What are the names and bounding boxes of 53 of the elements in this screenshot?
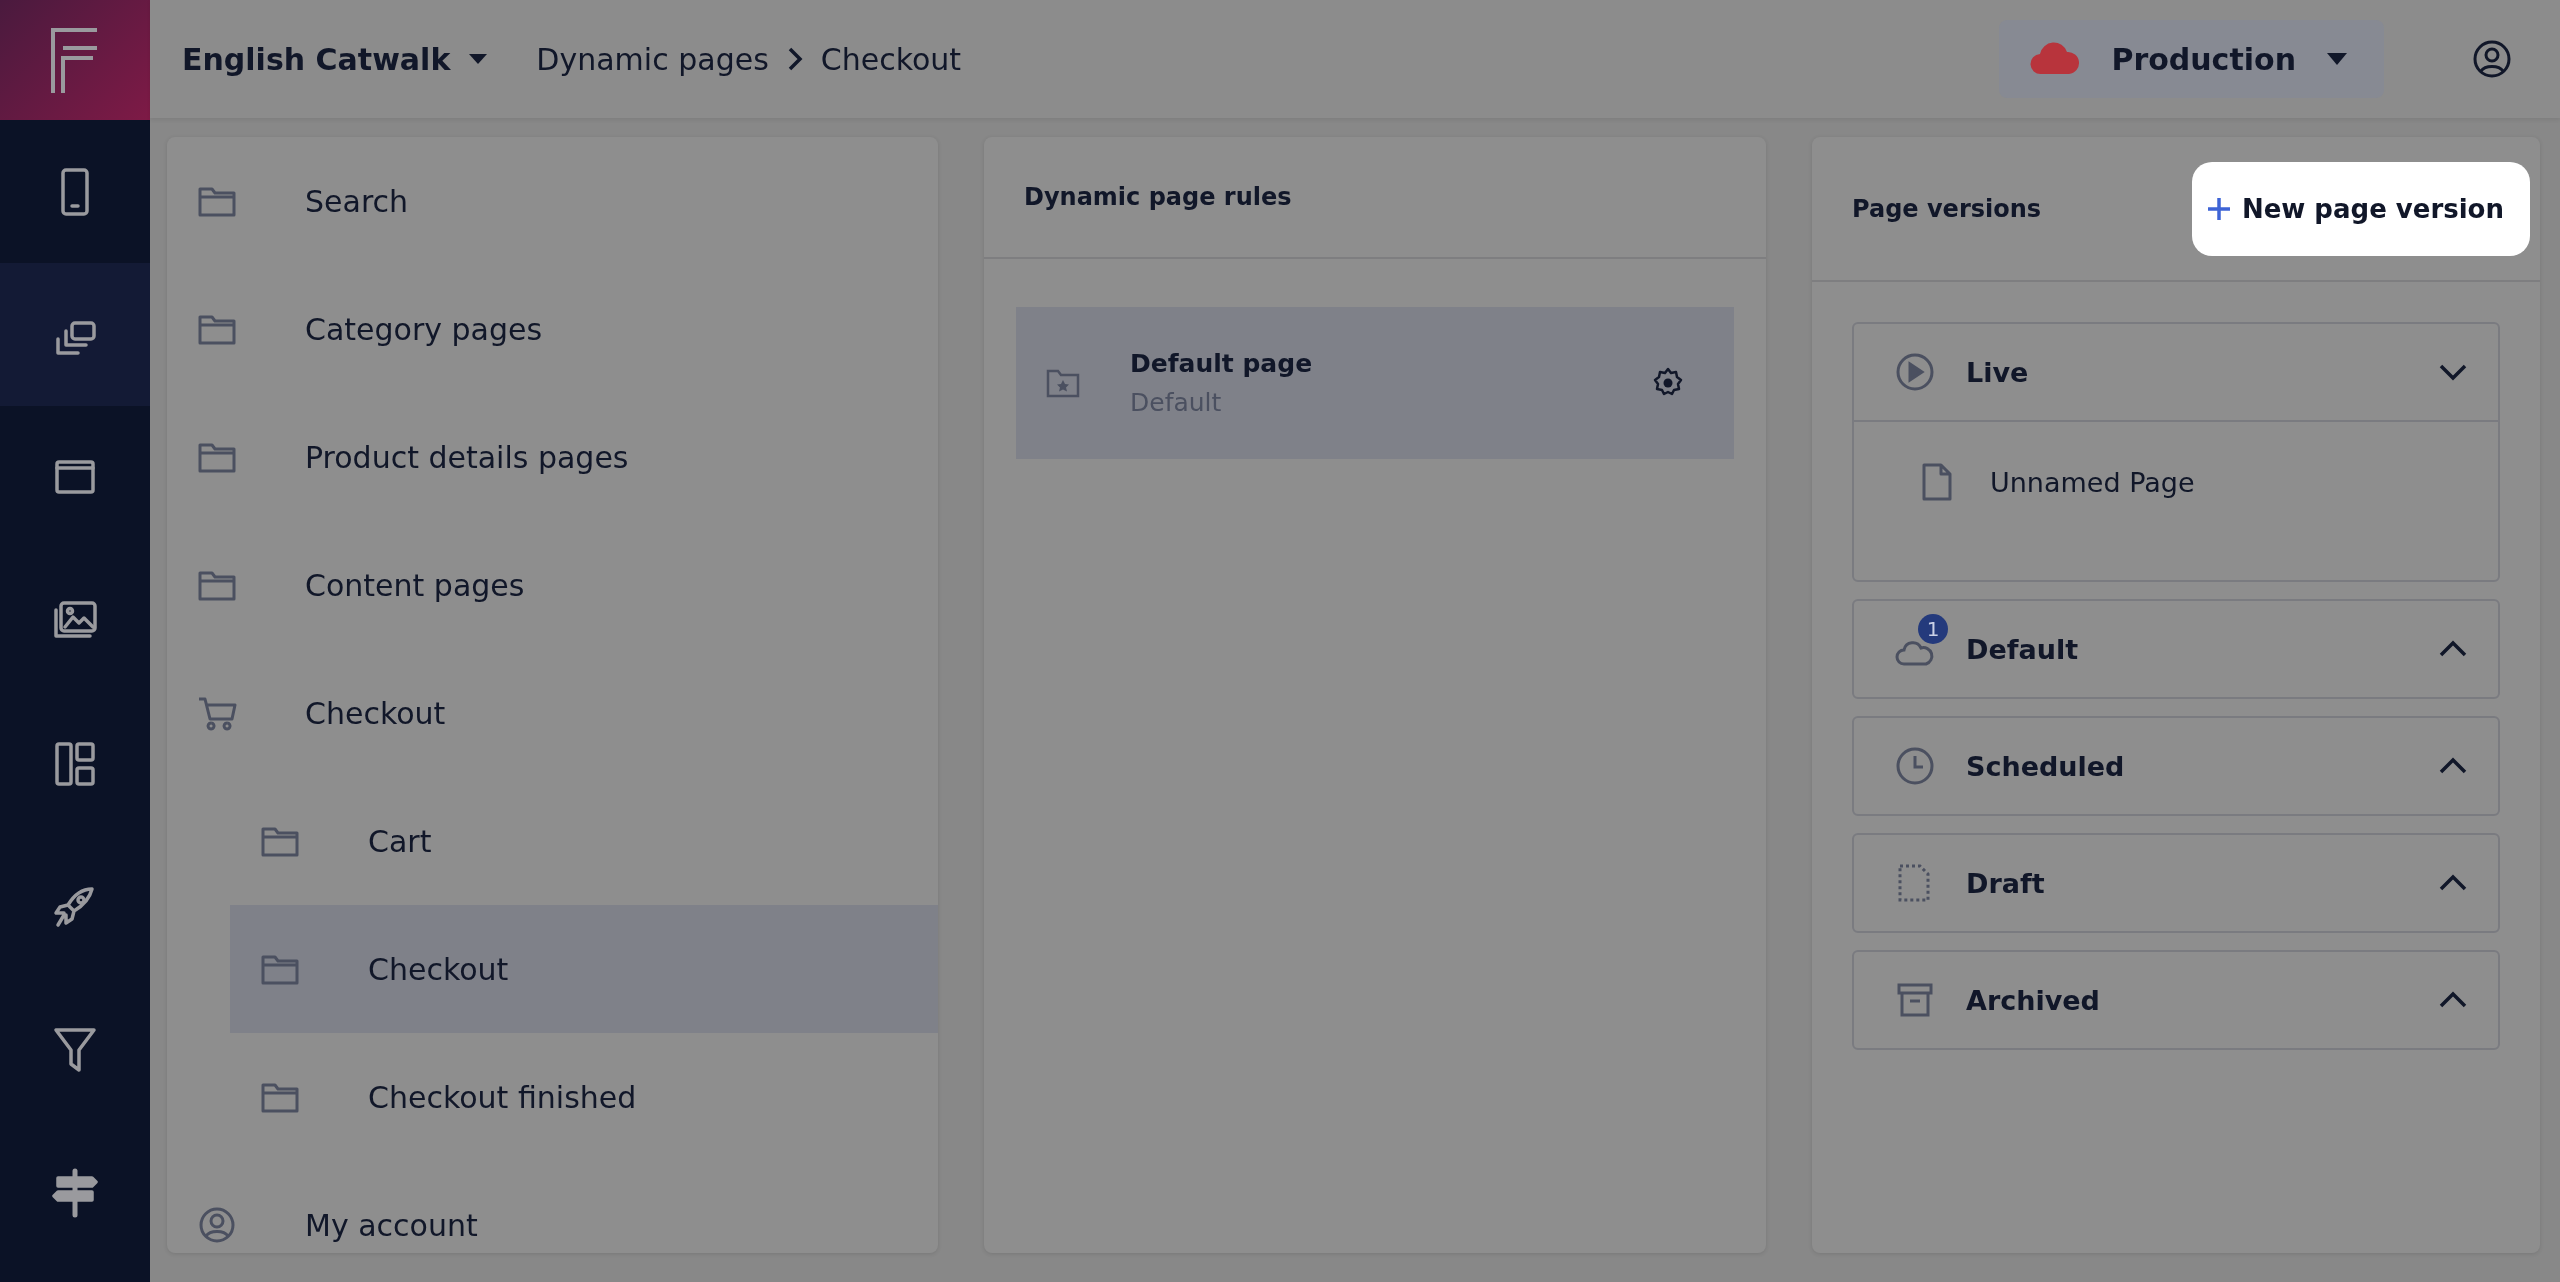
section-title[interactable]: Live	[1966, 356, 2408, 388]
clock-icon	[1894, 745, 1936, 787]
page-icon	[1920, 462, 1954, 502]
tree-label: Product details pages	[305, 439, 629, 475]
tree-item[interactable]: Product details pages	[167, 393, 938, 521]
new-page-version-button[interactable]: New page version	[2191, 161, 2530, 256]
signpost-icon[interactable]	[52, 1166, 98, 1219]
section-title[interactable]: Default	[1966, 633, 2408, 665]
tree-label: Checkout	[368, 951, 509, 987]
tree-label: Search	[305, 183, 409, 219]
user-icon[interactable]	[2472, 39, 2512, 79]
chevron-up-icon[interactable]	[2438, 873, 2468, 893]
site-selector[interactable]: English Catwalk	[182, 41, 451, 77]
page-item[interactable]: Unnamed Page	[1920, 462, 2195, 502]
section-title[interactable]: Archived	[1966, 984, 2408, 1016]
page-title[interactable]: Unnamed Page	[1990, 466, 2195, 498]
tree-label: Cart	[368, 823, 432, 859]
plus-icon	[2205, 195, 2232, 222]
tree-label: My account	[305, 1207, 478, 1243]
caret-icon[interactable]	[468, 52, 489, 66]
breadcrumb-link[interactable]: Checkout	[820, 41, 962, 77]
count-badge: 1	[1918, 614, 1948, 644]
panel-title: Page versions	[1852, 194, 2042, 223]
chevron-down-icon[interactable]	[2438, 362, 2468, 382]
tree-item[interactable]: My account	[167, 1161, 938, 1253]
environment-dropdown[interactable]: Production	[1999, 20, 2384, 98]
tree-label: Content pages	[305, 567, 525, 603]
section-title[interactable]: Draft	[1966, 867, 2408, 899]
tree-item[interactable]: Checkout	[167, 649, 938, 777]
play-icon	[1894, 351, 1936, 393]
chevron-up-icon[interactable]	[2438, 756, 2468, 776]
chevron-icon	[786, 46, 803, 72]
tree-label: Category pages	[305, 311, 543, 347]
breadcrumb-link[interactable]: Dynamic pages	[536, 41, 769, 77]
tree-label: Checkout	[305, 695, 446, 731]
logo-icon	[0, 0, 150, 120]
chevron-up-icon[interactable]	[2438, 990, 2468, 1010]
tree-item[interactable]: Checkout	[230, 905, 938, 1033]
tree-item[interactable]: Checkout finished	[230, 1033, 938, 1161]
tree-item[interactable]: Content pages	[167, 521, 938, 649]
tree-item[interactable]: Category pages	[167, 265, 938, 393]
chevron-up-icon[interactable]	[2438, 639, 2468, 659]
tree-item[interactable]: Search	[167, 137, 938, 265]
tree-label: Checkout finished	[368, 1079, 637, 1115]
user-icon	[197, 1205, 237, 1245]
nav-item[interactable]	[0, 263, 150, 406]
caret-icon	[2326, 52, 2348, 66]
cloud-icon	[2029, 42, 2082, 76]
folder-star-icon	[1046, 368, 1080, 398]
panel-title: Dynamic page rules	[1024, 183, 1292, 211]
section-title[interactable]: Scheduled	[1966, 750, 2408, 782]
tree-item[interactable]: Cart	[230, 777, 938, 905]
rule-name: Default page	[1130, 349, 1314, 378]
